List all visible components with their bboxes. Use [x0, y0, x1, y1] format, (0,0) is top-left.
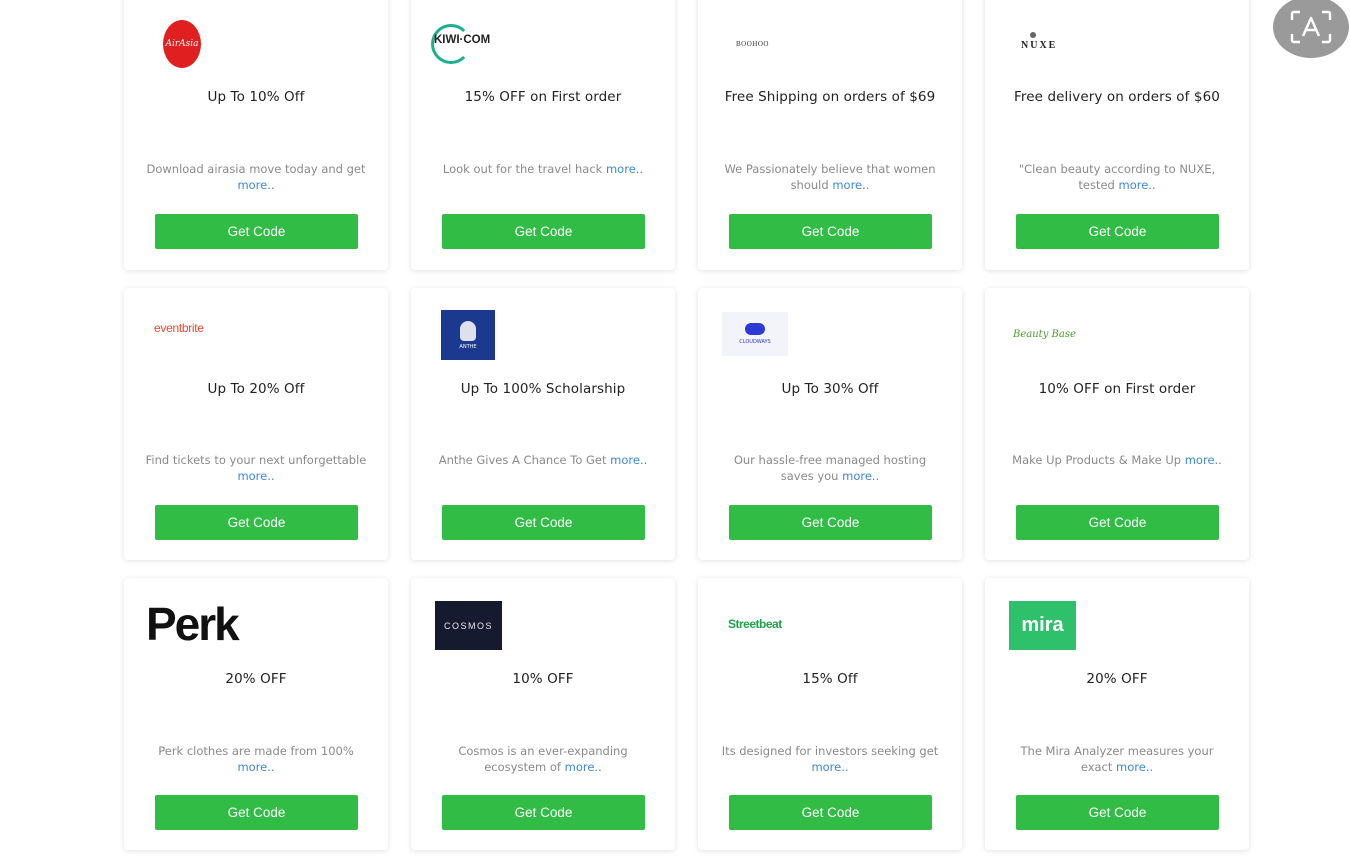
coupon-grid: AirAsia Up To 10% Off Download airasia m…: [0, 0, 1350, 863]
logo-cloudways: CLOUDWAYS: [718, 312, 942, 366]
logo-airasia: AirAsia: [144, 20, 368, 74]
coupon-description: The Mira Analyzer measures your exact mo…: [1020, 744, 1214, 774]
coupon-card-kiwi: KIWI·COM 15% OFF on First order Look out…: [411, 0, 675, 270]
get-code-button[interactable]: Get Code: [729, 505, 932, 540]
get-code-button[interactable]: Get Code: [155, 214, 358, 249]
logo-cosmos: COSMOS: [431, 601, 655, 655]
coupon-card-anthe: ANTHE Up To 100% Scholarship Anthe Gives…: [411, 288, 675, 560]
coupon-card-streetbeat: Streetbeat 15% Off Its designed for inve…: [698, 578, 962, 850]
coupon-description: Anthe Gives A Chance To Get more..: [438, 453, 648, 467]
get-code-button[interactable]: Get Code: [729, 214, 932, 249]
more-link[interactable]: more..: [606, 162, 643, 176]
get-code-button[interactable]: Get Code: [1016, 795, 1219, 830]
coupon-title: 10% OFF on First order: [1038, 381, 1196, 397]
get-code-button[interactable]: Get Code: [442, 505, 645, 540]
coupon-card-eventbrite: eventbrite Up To 20% Off Find tickets to…: [124, 288, 388, 560]
get-code-button[interactable]: Get Code: [442, 214, 645, 249]
coupon-description: We Passionately believe that women shoul…: [724, 162, 936, 192]
coupon-title: 20% OFF: [225, 671, 287, 687]
coupon-card-mira: mira 20% OFF The Mira Analyzer measures …: [985, 578, 1249, 850]
get-code-button[interactable]: Get Code: [729, 795, 932, 830]
logo-beautybase: Beauty Base: [1013, 328, 1076, 340]
get-code-button[interactable]: Get Code: [155, 505, 358, 540]
coupon-card-cosmos: COSMOS 10% OFF Cosmos is an ever-expandi…: [411, 578, 675, 850]
coupon-title: 20% OFF: [1086, 671, 1148, 687]
logo-text: AirAsia: [165, 39, 199, 49]
more-link[interactable]: more..: [237, 469, 274, 483]
more-link[interactable]: more..: [1116, 760, 1153, 774]
logo-mira: mira: [1005, 601, 1229, 655]
more-link[interactable]: more..: [832, 178, 869, 192]
more-link[interactable]: more..: [237, 178, 274, 192]
more-link[interactable]: more..: [1185, 453, 1222, 467]
coupon-title: Up To 100% Scholarship: [460, 381, 626, 397]
logo-perk: Perk: [146, 598, 240, 650]
logo-kiwi: KIWI·COM: [431, 20, 655, 74]
more-link[interactable]: more..: [1119, 178, 1156, 192]
coupon-card-perk: Perk 20% OFF Perk clothes are made from …: [124, 578, 388, 850]
coupon-title: Free Shipping on orders of $69: [724, 89, 936, 105]
coupon-title: Up To 10% Off: [207, 89, 305, 105]
get-code-button[interactable]: Get Code: [442, 795, 645, 830]
logo-streetbeat: Streetbeat: [728, 617, 782, 631]
logo-anthe: ANTHE: [431, 310, 655, 364]
coupon-description: Make Up Products & Make Up more..: [1012, 453, 1222, 467]
get-code-button[interactable]: Get Code: [1016, 505, 1219, 540]
coupon-card-beautybase: Beauty Base 10% OFF on First order Make …: [985, 288, 1249, 560]
logo-eventbrite: eventbrite: [154, 321, 204, 335]
get-code-button[interactable]: Get Code: [155, 795, 358, 830]
coupon-description: Download airasia move today and get more…: [146, 162, 366, 192]
coupon-description: "Clean beauty according to NUXE, tested …: [1018, 162, 1216, 192]
get-code-button[interactable]: Get Code: [1016, 214, 1219, 249]
coupon-title: Up To 30% Off: [781, 381, 879, 397]
coupon-title: 10% OFF: [512, 671, 574, 687]
coupon-card-nuxe: NUXE Free delivery on orders of $60 "Cle…: [985, 0, 1249, 270]
coupon-title: 15% OFF on First order: [464, 89, 622, 105]
more-link[interactable]: more..: [610, 453, 647, 467]
more-link[interactable]: more..: [842, 469, 879, 483]
coupon-description: Cosmos is an ever-expanding ecosystem of…: [458, 744, 628, 774]
more-link[interactable]: more..: [565, 760, 602, 774]
coupon-description: Look out for the travel hack more..: [442, 162, 644, 176]
coupon-description: Its designed for investors seeking get m…: [721, 744, 939, 774]
more-link[interactable]: more..: [237, 760, 274, 774]
more-link[interactable]: more..: [811, 760, 848, 774]
logo-boohoo: BOOHOO: [736, 40, 769, 48]
coupon-description: Perk clothes are made from 100% more..: [158, 744, 354, 774]
coupon-card-cloudways: CLOUDWAYS Up To 30% Off Our hassle-free …: [698, 288, 962, 560]
text-recognition-icon: [1290, 10, 1332, 44]
coupon-description: Find tickets to your next unforgettable …: [145, 453, 367, 483]
coupon-title: Free delivery on orders of $60: [1014, 89, 1220, 105]
coupon-description: Our hassle-free managed hosting saves yo…: [733, 453, 927, 483]
coupon-title: Up To 20% Off: [207, 381, 305, 397]
coupon-card-airasia: AirAsia Up To 10% Off Download airasia m…: [124, 0, 388, 270]
coupon-title: 15% Off: [802, 671, 858, 687]
coupon-card-boohoo: BOOHOO Free Shipping on orders of $69 We…: [698, 0, 962, 270]
logo-nuxe: NUXE: [1005, 20, 1229, 74]
